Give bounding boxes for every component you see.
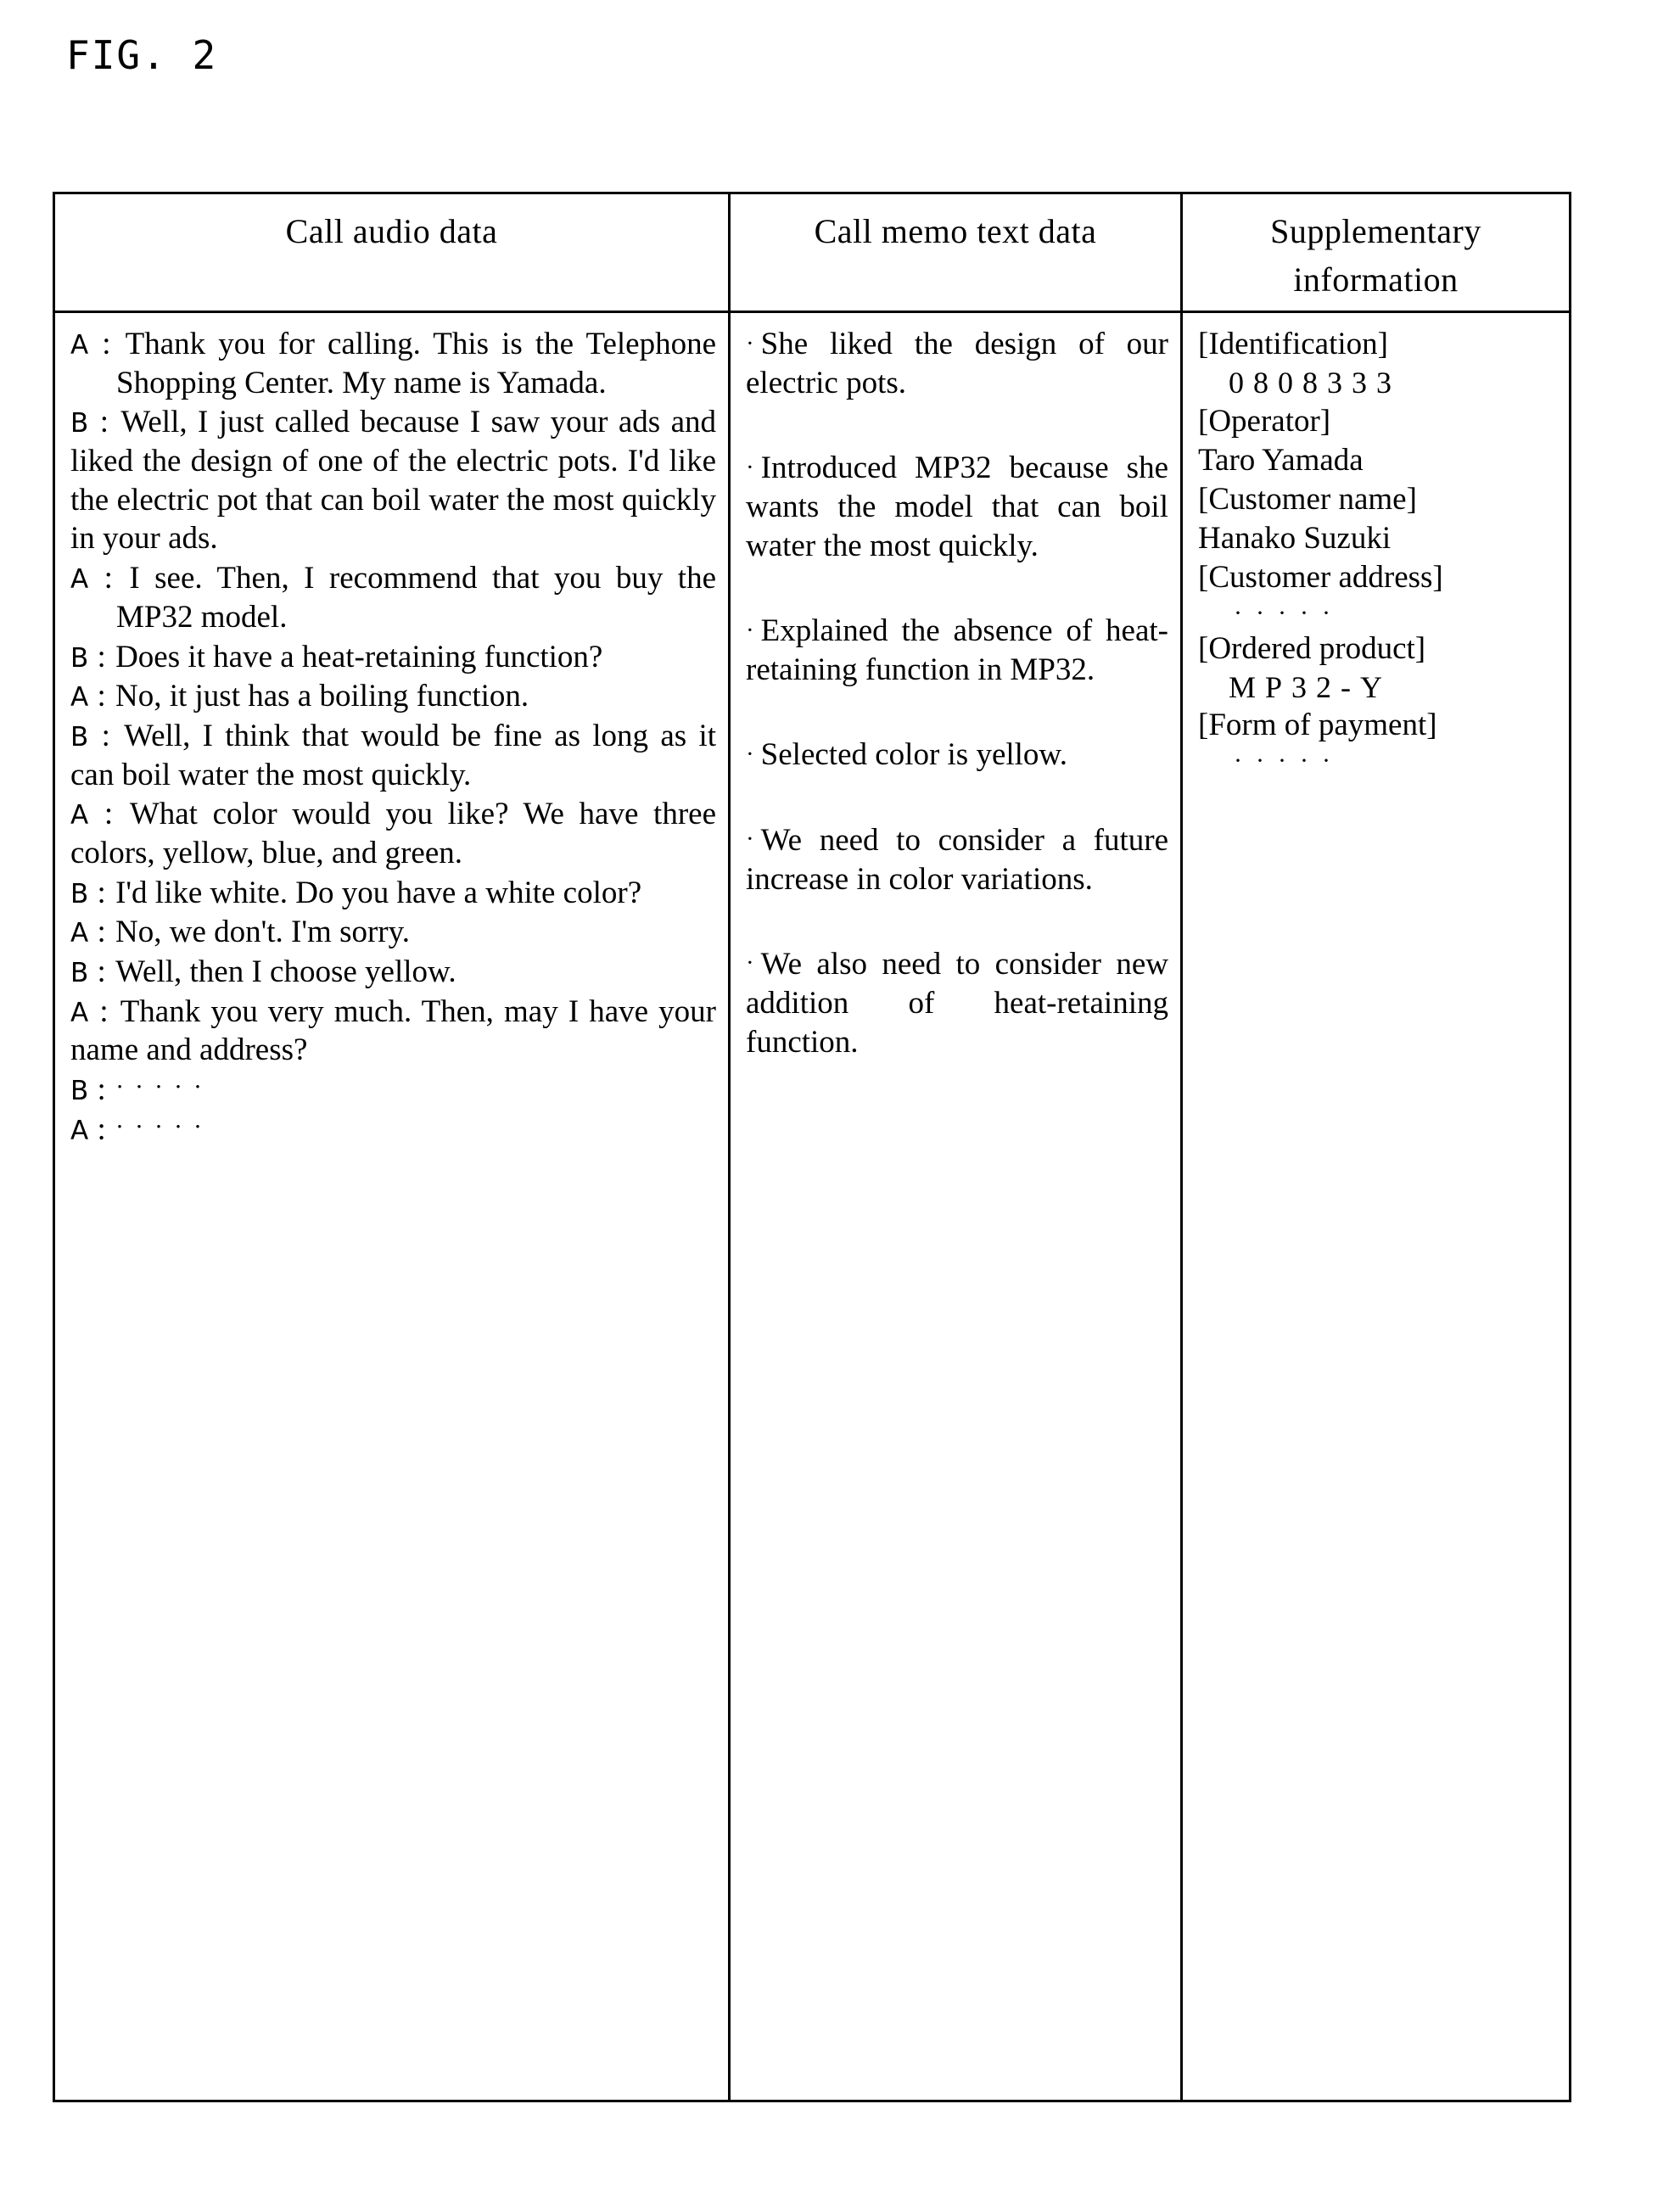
transcript-speaker: A: [70, 564, 89, 596]
transcript-colon: :: [88, 915, 115, 950]
transcript-turn: B : Well, I think that would be fine as …: [70, 717, 716, 794]
supplementary-field-label: [Customer name]: [1198, 482, 1417, 517]
supplementary-info-list: [Identification] 0808333 [Operator] Taro Ya…: [1183, 313, 1569, 2100]
transcript-speaker: B: [70, 721, 89, 753]
memo-item: · Introduced MP32 because she wants the m…: [746, 449, 1168, 566]
column-header-line: Call memo text data: [814, 212, 1097, 250]
memo-item-text: She liked the design of our electric pot…: [746, 327, 1168, 401]
column-header-line: Supplementary: [1270, 212, 1481, 250]
memo-bullet-icon: ·: [746, 453, 754, 481]
column-header-call-audio-data: Call audio data: [55, 194, 731, 311]
memo-item-text: Explained the absence of heat-retaining …: [746, 613, 1168, 688]
transcript-text: Well, then I choose yellow.: [115, 954, 456, 989]
transcript-speaker: B: [70, 878, 89, 909]
column-header-supplementary-information: Supplementary information: [1183, 194, 1569, 311]
memo-item-text: Selected color is yellow.: [760, 737, 1067, 773]
transcript-speaker: A: [70, 997, 89, 1028]
memo-bullet-icon: ·: [746, 949, 754, 977]
table-body-row: A : Thank you for calling. This is the T…: [55, 313, 1569, 2100]
call-memo-list: · She liked the design of our electric po…: [731, 313, 1180, 2100]
transcript-turn: A : I see. Then, I recommend that you bu…: [70, 559, 716, 636]
transcript-text: What color would you like? We have three…: [70, 797, 717, 870]
memo-item: · Explained the absence of heat-retaining…: [746, 612, 1168, 690]
transcript-speaker: B: [70, 408, 89, 439]
transcript-speaker: A: [70, 800, 89, 831]
memo-item: · She liked the design of our electric po…: [746, 325, 1168, 403]
column-header-call-memo-text-data: Call memo text data: [731, 194, 1183, 311]
cell-call-audio-data: A : Thank you for calling. This is the T…: [55, 313, 731, 2100]
supplementary-field-value: Taro Yamada: [1198, 442, 1364, 478]
transcript-turn: A : Thank you for calling. This is the T…: [70, 325, 716, 402]
transcript-colon: :: [88, 993, 120, 1029]
transcript-colon: :: [88, 405, 121, 440]
transcript-text: Thank you for calling. This is the Telep…: [116, 327, 717, 400]
transcript-speaker: B: [70, 642, 89, 674]
call-record-table: Call audio data Call memo text data Supp…: [53, 192, 1571, 2102]
transcript-text: No, we don't. I'm sorry.: [115, 915, 410, 950]
transcript-text: Does it have a heat-retaining function?: [115, 639, 603, 674]
supplementary-field-value: MP32-Y: [1229, 669, 1392, 704]
transcript-text: ·····: [115, 1072, 214, 1101]
supplementary-field-label: [Ordered product]: [1198, 630, 1426, 666]
transcript-speaker: A: [70, 682, 89, 713]
memo-item: · We also need to consider new addition o…: [746, 945, 1168, 1062]
transcript-colon: :: [88, 718, 125, 753]
supplementary-field-value: 0808333: [1229, 366, 1401, 400]
column-header-line: information: [1293, 260, 1459, 299]
transcript-turn: A : Thank you very much. Then, may I hav…: [70, 993, 716, 1070]
memo-bullet-icon: ·: [746, 740, 754, 768]
memo-bullet-icon: ·: [746, 329, 754, 357]
transcript-text: Well, I think that would be fine as long…: [70, 718, 717, 792]
memo-item: · We need to consider a future increase i…: [746, 821, 1168, 899]
transcript-colon: :: [88, 639, 116, 674]
transcript-colon: :: [88, 1111, 115, 1147]
transcript-turn: B : Does it have a heat-retaining functi…: [70, 638, 716, 677]
transcript-turn: B : Well, I just called because I saw yo…: [70, 403, 716, 558]
supplementary-field-value: ·····: [1234, 599, 1344, 628]
supplementary-field-label: [Form of payment]: [1198, 708, 1437, 743]
figure-label: FIG. 2: [66, 32, 218, 78]
transcript-colon: :: [88, 327, 126, 361]
transcript-text: I'd like white. Do you have a white colo…: [115, 875, 642, 910]
supplementary-field-label: [Customer address]: [1198, 560, 1443, 596]
supplementary-field-label: [Identification]: [1198, 327, 1388, 361]
transcript-speaker: A: [70, 1115, 89, 1146]
transcript-speaker: B: [70, 1076, 89, 1107]
call-audio-transcript: A : Thank you for calling. This is the T…: [55, 313, 728, 2100]
memo-bullet-icon: ·: [746, 825, 754, 853]
table-header-row: Call audio data Call memo text data Supp…: [55, 194, 1569, 313]
memo-bullet-icon: ·: [746, 616, 754, 644]
supplementary-field-value: ·····: [1234, 747, 1344, 775]
transcript-text: No, it just has a boiling function.: [115, 679, 529, 714]
memo-item: · Selected color is yellow.: [746, 736, 1168, 775]
memo-item-text: We need to consider a future increase in…: [746, 822, 1168, 897]
transcript-speaker: B: [70, 958, 89, 988]
transcript-turn: A : What color would you like? We have t…: [70, 795, 716, 872]
transcript-colon: :: [88, 679, 115, 714]
cell-supplementary-information: [Identification] 0808333 [Operator] Taro Ya…: [1183, 313, 1569, 2100]
transcript-text: Well, I just called because I saw your a…: [70, 405, 716, 557]
cell-call-memo-text-data: · She liked the design of our electric po…: [731, 313, 1183, 2100]
transcript-speaker: A: [70, 918, 89, 949]
transcript-colon: :: [88, 875, 116, 910]
transcript-colon: :: [88, 561, 130, 596]
transcript-text: ·····: [115, 1112, 213, 1141]
transcript-turn: B : I'd like white. Do you have a white …: [70, 874, 716, 913]
transcript-turn: B : ·····: [70, 1071, 716, 1110]
supplementary-field-label: [Operator]: [1198, 403, 1331, 439]
transcript-text: I see. Then, I recommend that you buy th…: [116, 561, 717, 635]
column-header-line: Call audio data: [285, 212, 498, 250]
transcript-turn: A : No, it just has a boiling function.: [70, 677, 716, 716]
memo-item-text: Introduced MP32 because she wants the mo…: [746, 450, 1168, 564]
transcript-turn: A : No, we don't. I'm sorry.: [70, 913, 716, 952]
transcript-text: Thank you very much. Then, may I have yo…: [70, 993, 717, 1068]
transcript-speaker: A: [70, 330, 89, 361]
transcript-turn: B : Well, then I choose yellow.: [70, 953, 716, 992]
transcript-turn: A : ·····: [70, 1111, 716, 1150]
transcript-colon: :: [88, 954, 116, 989]
memo-item-text: We also need to consider new addition of…: [746, 946, 1168, 1060]
transcript-colon: :: [88, 797, 130, 832]
transcript-colon: :: [88, 1072, 116, 1108]
supplementary-field-value: Hanako Suzuki: [1198, 521, 1392, 557]
